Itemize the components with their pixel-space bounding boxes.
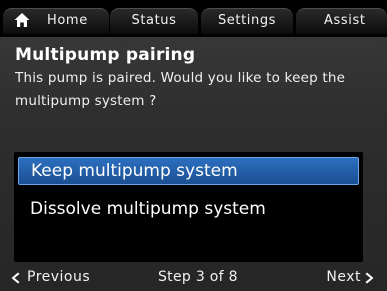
chevron-left-icon [11,272,20,283]
page-title: Multipump pairing [15,45,196,65]
tab-home-label: Home [47,13,88,28]
footer-navigation: Previous Step 3 of 8 Next [0,264,387,291]
tab-assist-label: Assist [324,13,366,28]
option-list: Keep multipump system Dissolve multipump… [14,152,363,262]
next-label: Next [326,269,361,285]
tab-assist[interactable]: Assist [296,8,387,34]
page-description: This pump is paired. Would you like to k… [15,70,346,109]
tab-bar: Home Status Settings Assist [0,0,387,37]
tab-status[interactable]: Status [110,8,198,34]
previous-label: Previous [27,269,91,285]
tab-settings-label: Settings [217,13,277,28]
tab-status-label: Status [131,13,177,28]
next-button[interactable]: Next [326,264,375,291]
option-dissolve-multipump[interactable]: Dissolve multipump system [18,196,359,224]
previous-button[interactable]: Previous [10,264,90,291]
step-indicator: Step 3 of 8 [158,269,238,285]
option-keep-multipump[interactable]: Keep multipump system [18,157,359,185]
tab-home[interactable]: Home [3,8,109,34]
tab-settings[interactable]: Settings [201,8,293,34]
home-icon [14,13,30,27]
pump-display-screen: Home Status Settings Assist Multipump pa… [0,0,387,291]
chevron-right-icon [365,272,374,283]
